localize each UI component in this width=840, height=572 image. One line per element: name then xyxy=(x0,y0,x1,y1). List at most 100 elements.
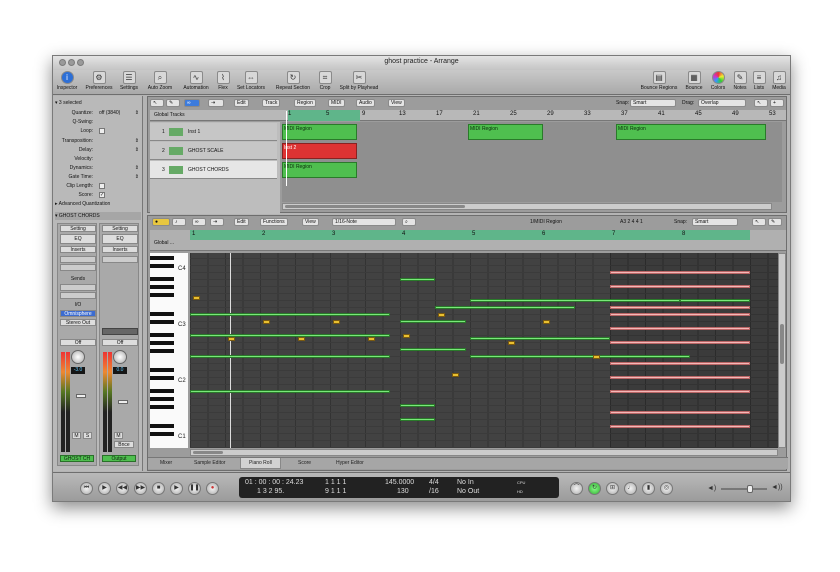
note-grid[interactable] xyxy=(190,253,780,448)
midi-note[interactable] xyxy=(228,337,235,341)
midi-note[interactable] xyxy=(593,355,600,359)
division[interactable]: /16 xyxy=(429,488,439,495)
midi-in-button[interactable]: ● xyxy=(152,218,170,226)
midi-note[interactable] xyxy=(610,390,750,393)
score-checkbox[interactable]: ✓ xyxy=(99,192,105,198)
tab-piano-roll[interactable]: Piano Roll xyxy=(240,458,281,469)
black-key[interactable] xyxy=(150,333,174,337)
pan-knob[interactable] xyxy=(71,350,85,364)
midi-note[interactable] xyxy=(470,337,610,340)
midi-note[interactable] xyxy=(610,341,750,344)
midi-note[interactable] xyxy=(680,299,750,302)
track-1[interactable]: 1 Inst 1 xyxy=(150,123,277,141)
midi-note[interactable] xyxy=(368,337,375,341)
clip-length-checkbox[interactable] xyxy=(99,183,105,189)
midi-note[interactable] xyxy=(190,334,390,337)
midi-note[interactable] xyxy=(508,341,515,345)
playhead[interactable] xyxy=(286,111,287,186)
black-key[interactable] xyxy=(150,405,174,409)
forward-icon[interactable]: ▶▶ xyxy=(134,482,147,495)
time-signature[interactable]: 4/4 xyxy=(429,479,439,486)
midi-note[interactable] xyxy=(452,373,459,377)
rewind-icon[interactable]: ◀◀ xyxy=(116,482,129,495)
midi-note[interactable] xyxy=(400,278,435,281)
toolbar-flex[interactable]: ⌇ Flex xyxy=(215,71,231,91)
midi-note[interactable] xyxy=(543,320,550,324)
midi-note[interactable] xyxy=(438,313,445,317)
black-key[interactable] xyxy=(150,256,174,260)
velocity-row[interactable]: Velocity: xyxy=(55,155,141,163)
inspector-header[interactable]: ▾ 3 selected xyxy=(55,99,141,107)
catch-button[interactable]: ⇥ xyxy=(208,99,224,107)
black-key[interactable] xyxy=(150,277,174,281)
insert-slot[interactable] xyxy=(60,256,96,263)
arrange-menu-audio[interactable]: Audio xyxy=(356,99,375,107)
midi-note[interactable] xyxy=(400,418,435,421)
arrange-menu-midi[interactable]: MIDI xyxy=(328,99,345,107)
bounce-button[interactable]: Bnce xyxy=(114,441,134,448)
delay-row[interactable]: Delay: ⇕ xyxy=(55,146,141,154)
tab-score[interactable]: Score xyxy=(298,460,311,466)
black-key[interactable] xyxy=(150,349,174,353)
insert-slot[interactable] xyxy=(102,256,138,263)
playhead[interactable] xyxy=(230,253,231,448)
qswing-row[interactable]: Q-Swing: xyxy=(55,118,141,126)
tempo-readout[interactable]: 145.0000 xyxy=(385,479,414,486)
drag-select[interactable]: Overlap xyxy=(698,99,746,107)
master-volume-slider[interactable] xyxy=(721,485,767,493)
piano-keyboard[interactable]: C4 C3 C2 C1 xyxy=(150,253,188,448)
score-row[interactable]: Score: ✓ xyxy=(55,191,141,199)
pencil-tool-2[interactable]: + xyxy=(770,99,784,107)
pencil-tool[interactable]: ✎ xyxy=(768,218,782,226)
midi-note[interactable] xyxy=(610,271,750,274)
scroll-thumb[interactable] xyxy=(780,324,784,364)
midi-note[interactable] xyxy=(400,404,435,407)
black-key[interactable] xyxy=(150,285,174,289)
vertical-scrollbar[interactable] xyxy=(778,253,786,448)
cycle-region[interactable] xyxy=(190,230,750,240)
midi-region[interactable]: MIDI Region xyxy=(282,124,357,140)
output-slot[interactable] xyxy=(102,328,138,335)
black-key[interactable] xyxy=(150,368,174,372)
track-3[interactable]: 3 GHOST CHORDS xyxy=(150,161,277,179)
stop-icon[interactable]: ■ xyxy=(152,482,165,495)
eq-button[interactable]: EQ xyxy=(102,234,138,244)
replace-icon[interactable]: ⌒ xyxy=(570,482,583,495)
zoom-icon[interactable]: ⌕ xyxy=(402,218,416,226)
inst-region[interactable]: Inst 2 xyxy=(282,143,357,159)
black-key[interactable] xyxy=(150,264,174,268)
toolbar-media[interactable]: ♫ Media xyxy=(769,71,789,91)
tab-sample-editor[interactable]: Sample Editor xyxy=(194,460,225,466)
go-to-start-icon[interactable]: ⏮ xyxy=(80,482,93,495)
midi-region[interactable]: MIDI Region xyxy=(282,162,357,178)
black-key[interactable] xyxy=(150,312,174,316)
link-button[interactable]: ∞ xyxy=(192,218,206,226)
midi-note[interactable] xyxy=(400,348,466,351)
insert-slot[interactable] xyxy=(60,264,96,271)
midi-note[interactable] xyxy=(470,299,680,302)
gate-time-row[interactable]: Gate Time: ⇕ xyxy=(55,173,141,181)
pointer-tool-2[interactable]: ↖ xyxy=(754,99,768,107)
scroll-thumb[interactable] xyxy=(193,451,223,454)
track-2[interactable]: 2 GHOST SCALE xyxy=(150,142,277,160)
black-key[interactable] xyxy=(150,432,174,436)
midi-note[interactable] xyxy=(610,327,750,330)
snap-select[interactable]: Smart xyxy=(630,99,676,107)
black-key[interactable] xyxy=(150,376,174,380)
sync-icon[interactable]: ◎ xyxy=(660,482,673,495)
dynamics-row[interactable]: Dynamics: ⇕ xyxy=(55,164,141,172)
record-icon[interactable]: ● xyxy=(206,482,219,495)
toolbar-split-by-playhead[interactable]: ✂ Split by Playhead xyxy=(335,71,383,91)
pan-knob[interactable] xyxy=(113,350,127,364)
black-key[interactable] xyxy=(150,293,174,297)
channel-name[interactable]: Output xyxy=(102,455,136,462)
black-key[interactable] xyxy=(150,341,174,345)
black-key[interactable] xyxy=(150,389,174,393)
output-slot[interactable]: Stereo Out xyxy=(60,319,96,326)
midi-note[interactable] xyxy=(610,306,750,309)
midi-note[interactable] xyxy=(333,320,340,324)
midi-note[interactable] xyxy=(403,334,410,338)
catch-button[interactable]: ⇥ xyxy=(210,218,224,226)
toolbar-bounce-regions[interactable]: ▤ Bounce Regions xyxy=(637,71,681,91)
editor-menu-edit[interactable]: Edit xyxy=(234,218,249,226)
